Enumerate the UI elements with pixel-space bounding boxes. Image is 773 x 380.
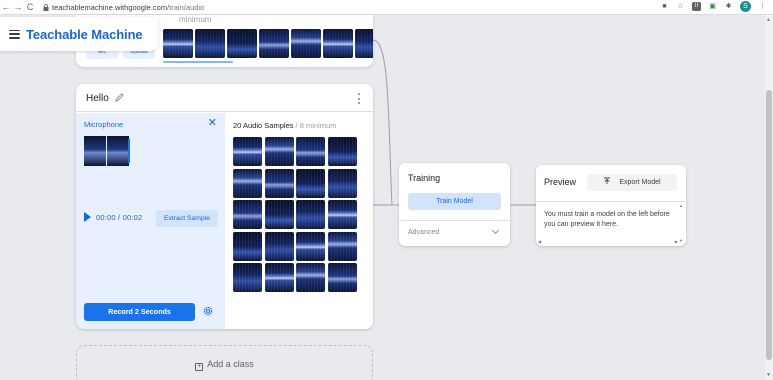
audio-sample-thumbnail[interactable] — [327, 263, 357, 292]
audio-sample-thumbnail[interactable] — [264, 168, 294, 198]
add-class-content: + Add a class — [77, 359, 372, 371]
app-header: Teachable Machine — [0, 17, 158, 51]
plus-icon: + — [195, 363, 204, 371]
audio-sample-thumbnail[interactable] — [264, 137, 294, 166]
playback-timecode: 00:00 / 00:02 — [96, 213, 143, 222]
audio-sample-thumbnail[interactable] — [296, 231, 325, 261]
audio-sample-thumbnail[interactable] — [327, 200, 357, 229]
microphone-panel: Microphone ✕ 00:00 / 00:02 Extract Sampl… — [76, 113, 225, 329]
extension-pause-icon[interactable]: II — [692, 2, 701, 11]
extract-sample-button[interactable]: Extract Sample — [156, 210, 218, 227]
audio-sample-thumbnail[interactable] — [323, 29, 353, 58]
lock-icon[interactable] — [42, 3, 49, 11]
browser-toolbar: ← → C teachablemachine.withgoogle.com/tr… — [0, 0, 773, 15]
audio-sample-thumbnail[interactable] — [233, 137, 262, 166]
scroll-down-icon[interactable]: ▼ — [766, 372, 771, 378]
play-icon[interactable] — [84, 212, 91, 222]
preview-message: You must train a model on the left befor… — [544, 211, 670, 228]
training-title: Training — [408, 173, 441, 183]
audio-sample-thumbnail[interactable] — [327, 231, 357, 261]
audio-sample-thumbnail[interactable] — [296, 137, 325, 166]
audio-sample-thumbnail[interactable] — [355, 29, 373, 58]
audio-sample-thumbnail[interactable] — [195, 29, 225, 58]
sample-strip — [163, 29, 373, 58]
app-title[interactable]: Teachable Machine — [26, 27, 143, 42]
preview-scrollbar[interactable]: ▲ ▼ — [679, 203, 684, 243]
page-scrollbar[interactable]: ▲ ▼ — [765, 15, 773, 380]
add-class-button[interactable]: + Add a class — [76, 345, 373, 380]
divider — [536, 201, 686, 202]
browser-menu-icon[interactable]: ⋮ — [758, 2, 767, 11]
upload-icon — [604, 177, 611, 184]
address-bar[interactable]: teachablemachine.withgoogle.com/train/au… — [52, 3, 204, 12]
audio-sample-thumbnail[interactable] — [233, 263, 262, 292]
scroll-thumb[interactable] — [766, 90, 772, 360]
audio-sample-thumbnail[interactable] — [264, 263, 294, 292]
star-icon[interactable]: ☆ — [676, 2, 685, 11]
back-icon[interactable]: ← — [0, 0, 12, 15]
audio-sample-thumbnail[interactable] — [327, 168, 357, 198]
preview-title: Preview — [544, 177, 577, 187]
camera-icon[interactable]: ■ — [660, 2, 669, 11]
audio-sample-thumbnail[interactable] — [264, 231, 294, 261]
sample-grid — [233, 137, 357, 292]
audio-sample-thumbnail[interactable] — [296, 263, 325, 292]
audio-sample-thumbnail[interactable] — [233, 200, 262, 229]
train-model-button[interactable]: Train Model — [408, 193, 501, 210]
minimum-label: minimum — [179, 15, 212, 24]
class-name[interactable]: Hello — [86, 93, 109, 104]
url-path: /train/audio — [167, 2, 205, 12]
close-icon[interactable]: ✕ — [208, 118, 217, 129]
preview-hscrollbar[interactable]: ◀ ▶ — [538, 239, 678, 245]
samples-minimum: / 8 minimum — [293, 121, 337, 130]
gear-icon[interactable] — [202, 305, 214, 317]
samples-count: 20 Audio Samples — [233, 121, 294, 130]
avatar[interactable]: S — [740, 1, 751, 12]
audio-sample-thumbnail[interactable] — [259, 29, 289, 58]
training-card: Training Train Model Advanced — [399, 163, 510, 246]
url-domain: teachablemachine.withgoogle.com — [52, 2, 168, 12]
hamburger-menu-icon[interactable] — [9, 29, 20, 39]
export-model-label: Export Model — [619, 179, 661, 186]
divider — [399, 220, 510, 221]
microphone-title: Microphone — [84, 120, 124, 129]
chevron-down-icon[interactable] — [491, 227, 500, 236]
class-options-icon[interactable] — [357, 93, 361, 104]
extension-green-icon[interactable]: ▣ — [708, 2, 717, 11]
record-button[interactable]: Record 2 Seconds — [84, 303, 195, 321]
audio-sample-thumbnail[interactable] — [327, 137, 357, 166]
audio-sample-thumbnail[interactable] — [163, 29, 193, 58]
browser-actions: ■ ☆ II ▣ ✱ S ⋮ — [660, 1, 767, 12]
audio-sample-thumbnail[interactable] — [233, 231, 262, 261]
preview-card: Preview Export Model You must train a mo… — [536, 165, 686, 246]
puzzle-icon[interactable]: ✱ — [724, 2, 733, 11]
forward-icon[interactable]: → — [12, 0, 24, 15]
advanced-toggle[interactable]: Advanced — [408, 229, 439, 236]
audio-sample-thumbnail[interactable] — [296, 200, 325, 229]
audio-sample-thumbnail[interactable] — [291, 29, 321, 58]
strip-scroll-indicator[interactable] — [163, 61, 233, 63]
add-class-label: Add a class — [207, 359, 254, 369]
samples-count-label: 20 Audio Samples / 8 minimum — [233, 121, 336, 130]
class-card-hello: Hello Microphone ✕ 00:00 / 00:02 Extract… — [76, 84, 373, 329]
recording-spectrogram — [84, 136, 130, 166]
audio-sample-thumbnail[interactable] — [264, 200, 294, 229]
pencil-icon[interactable] — [114, 92, 125, 103]
scroll-up-icon[interactable]: ▲ — [766, 17, 771, 23]
samples-panel: 20 Audio Samples / 8 minimum — [225, 113, 373, 329]
audio-sample-thumbnail[interactable] — [227, 29, 257, 58]
audio-sample-thumbnail[interactable] — [233, 168, 262, 198]
class-card-header: Hello — [76, 84, 373, 112]
audio-sample-thumbnail[interactable] — [296, 168, 325, 198]
export-model-button[interactable]: Export Model — [587, 174, 677, 191]
playhead-cursor[interactable] — [128, 139, 130, 163]
reload-icon[interactable]: C — [24, 0, 36, 15]
